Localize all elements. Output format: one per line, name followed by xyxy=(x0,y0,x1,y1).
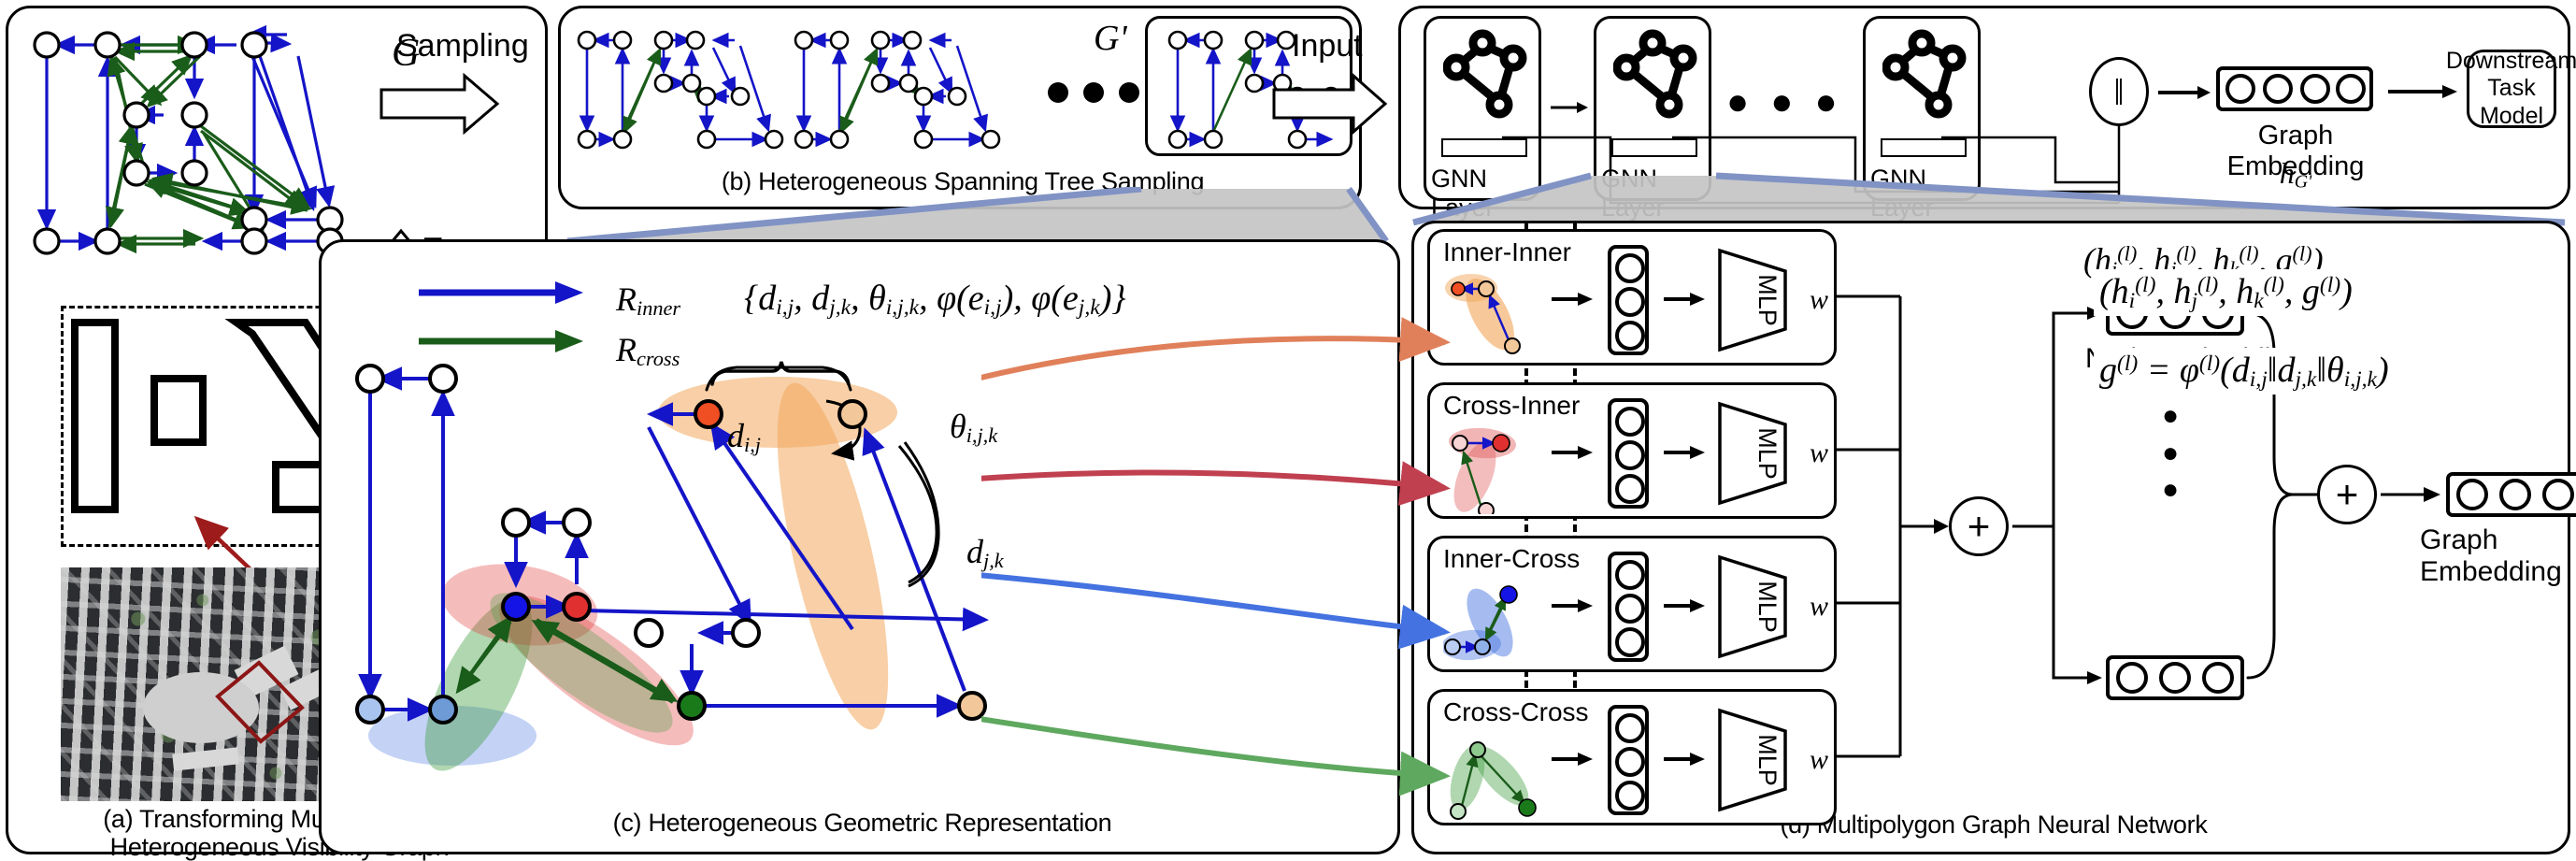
sum-operator: + xyxy=(1949,496,2009,556)
panel-c-container: Rinner Rcross {di,j, dj,k, θi,j,k, φ(ei,… xyxy=(319,239,1400,854)
panel-c-caption: (c) Heterogeneous Geometric Representati… xyxy=(612,809,1112,837)
panel-d-bottom-container: Inner-Inner MLP w Cross-Inner MLP w Inne… xyxy=(1411,221,2576,854)
panel-b-ellipsis xyxy=(1048,82,1139,103)
inner-inner-feature-vector xyxy=(1608,245,1649,355)
inner-cross-arrow-2 xyxy=(1664,599,1705,612)
input-arrow xyxy=(1272,73,1388,135)
inner-inner-arrow-1 xyxy=(1552,293,1593,306)
ellipsis-dot-2: ● xyxy=(2162,437,2180,468)
relation-label-cross-cross: Cross-Cross xyxy=(1443,697,1589,726)
cross-inner-arrow-2 xyxy=(1664,446,1705,459)
sampling-arrow xyxy=(379,73,500,135)
cross-cross-weight: w xyxy=(1810,744,1829,775)
cross-inner-mlp: MLP xyxy=(1718,401,1787,506)
inner-cross-weight: w xyxy=(1810,591,1829,622)
final-graph-embedding-vector xyxy=(2446,472,2576,517)
relation-box-cross-inner[interactable]: Cross-Inner MLP w xyxy=(1427,382,1837,519)
sampling-label: Sampling xyxy=(396,28,529,64)
relation-box-inner-cross[interactable]: Inner-Cross MLP w xyxy=(1427,536,1837,672)
relation-box-inner-inner[interactable]: Inner-Inner MLP w xyxy=(1427,229,1837,366)
cross-cross-mini-graph xyxy=(1450,741,1537,820)
cross-cross-feature-vector xyxy=(1608,705,1649,815)
inner-cross-mlp: MLP xyxy=(1718,554,1787,659)
ellipsis-dot-3: ● xyxy=(2162,474,2180,506)
formula-g-overlay: g(l) = φ(l)(di,j‖dj,k‖θi,j,k) xyxy=(2094,348,2395,395)
relation-label-inner-cross: Inner-Cross xyxy=(1443,544,1581,573)
node-embedding-vertical-ellipsis: ● ● ● xyxy=(2162,397,2179,509)
inner-inner-mlp: MLP xyxy=(1718,248,1787,352)
graph-embedding-vector xyxy=(2216,66,2373,111)
cross-inner-weight: w xyxy=(1810,438,1829,468)
cross-inner-arrow-1 xyxy=(1552,446,1593,459)
downstream-line2: Task Model xyxy=(2479,75,2544,129)
cross-inner-mini-graph xyxy=(1449,427,1516,514)
panel-c-geometric-graph xyxy=(355,361,989,771)
downstream-task-model-box[interactable]: Downstream Task Model xyxy=(2446,48,2576,129)
cross-cross-mlp: MLP xyxy=(1718,708,1787,812)
cross-inner-feature-vector xyxy=(1608,398,1649,509)
sum-symbol: + xyxy=(1967,504,1991,549)
annotation-d-ij: di,j xyxy=(727,417,761,456)
svg-text:MLP: MLP xyxy=(1753,734,1782,786)
panel-b-container: G' (b) Heterogeneous Spanning Tree Sampl… xyxy=(558,6,1362,209)
inner-cross-mini-graph xyxy=(1443,585,1518,661)
inner-inner-arrow-2 xyxy=(1664,293,1705,306)
highlight-ellipses xyxy=(368,377,897,771)
inner-inner-weight: w xyxy=(1810,284,1829,315)
sampled-graph-label: G' xyxy=(1094,19,1127,58)
relation-label-cross-inner: Cross-Inner xyxy=(1443,391,1581,420)
concat-operator: ‖ xyxy=(2089,57,2149,126)
feature-set-formula: {di,j, dj,k, θi,j,k, φ(ei,j), φ(ej,k)} xyxy=(744,279,1126,321)
svg-text:MLP: MLP xyxy=(1753,427,1782,480)
perspective-funnel-left xyxy=(566,187,1389,245)
cross-cross-arrow-1 xyxy=(1552,753,1593,766)
inner-cross-arrow-1 xyxy=(1552,599,1593,612)
final-sum-operator: + xyxy=(2317,465,2377,524)
ellipsis-dot-1: ● xyxy=(2162,400,2180,431)
formula-tuple-overlay: (hi(l), hj(l), hk(l), g(l)) xyxy=(2094,269,2358,317)
perspective-funnel-right xyxy=(1412,172,2566,226)
cross-cross-arrow-2 xyxy=(1664,753,1705,766)
inner-inner-mini-graph xyxy=(1445,274,1521,354)
annotation-theta-ijk: θi,j,k xyxy=(950,408,998,447)
legend-label-inner: Rinner xyxy=(616,280,681,320)
relation-label-inner-inner: Inner-Inner xyxy=(1443,237,1571,266)
final-graph-embedding-label: Graph Embedding xyxy=(2420,524,2562,587)
concat-symbol: ‖ xyxy=(2113,70,2125,113)
inner-cross-feature-vector xyxy=(1608,552,1649,662)
input-label: Input xyxy=(1292,28,1363,64)
node-embedding-vector-bottom xyxy=(2106,655,2244,700)
relation-box-cross-cross[interactable]: Cross-Cross MLP w xyxy=(1427,689,1837,825)
svg-text:MLP: MLP xyxy=(1753,274,1782,326)
annotation-d-jk: dj,k xyxy=(966,533,1004,572)
downstream-line1: Downstream xyxy=(2445,47,2576,74)
final-sum-symbol: + xyxy=(2335,472,2359,517)
concat-to-embedding-arrow xyxy=(2158,86,2211,99)
svg-text:MLP: MLP xyxy=(1753,581,1782,633)
embedding-to-downstream-arrow xyxy=(2388,85,2457,98)
